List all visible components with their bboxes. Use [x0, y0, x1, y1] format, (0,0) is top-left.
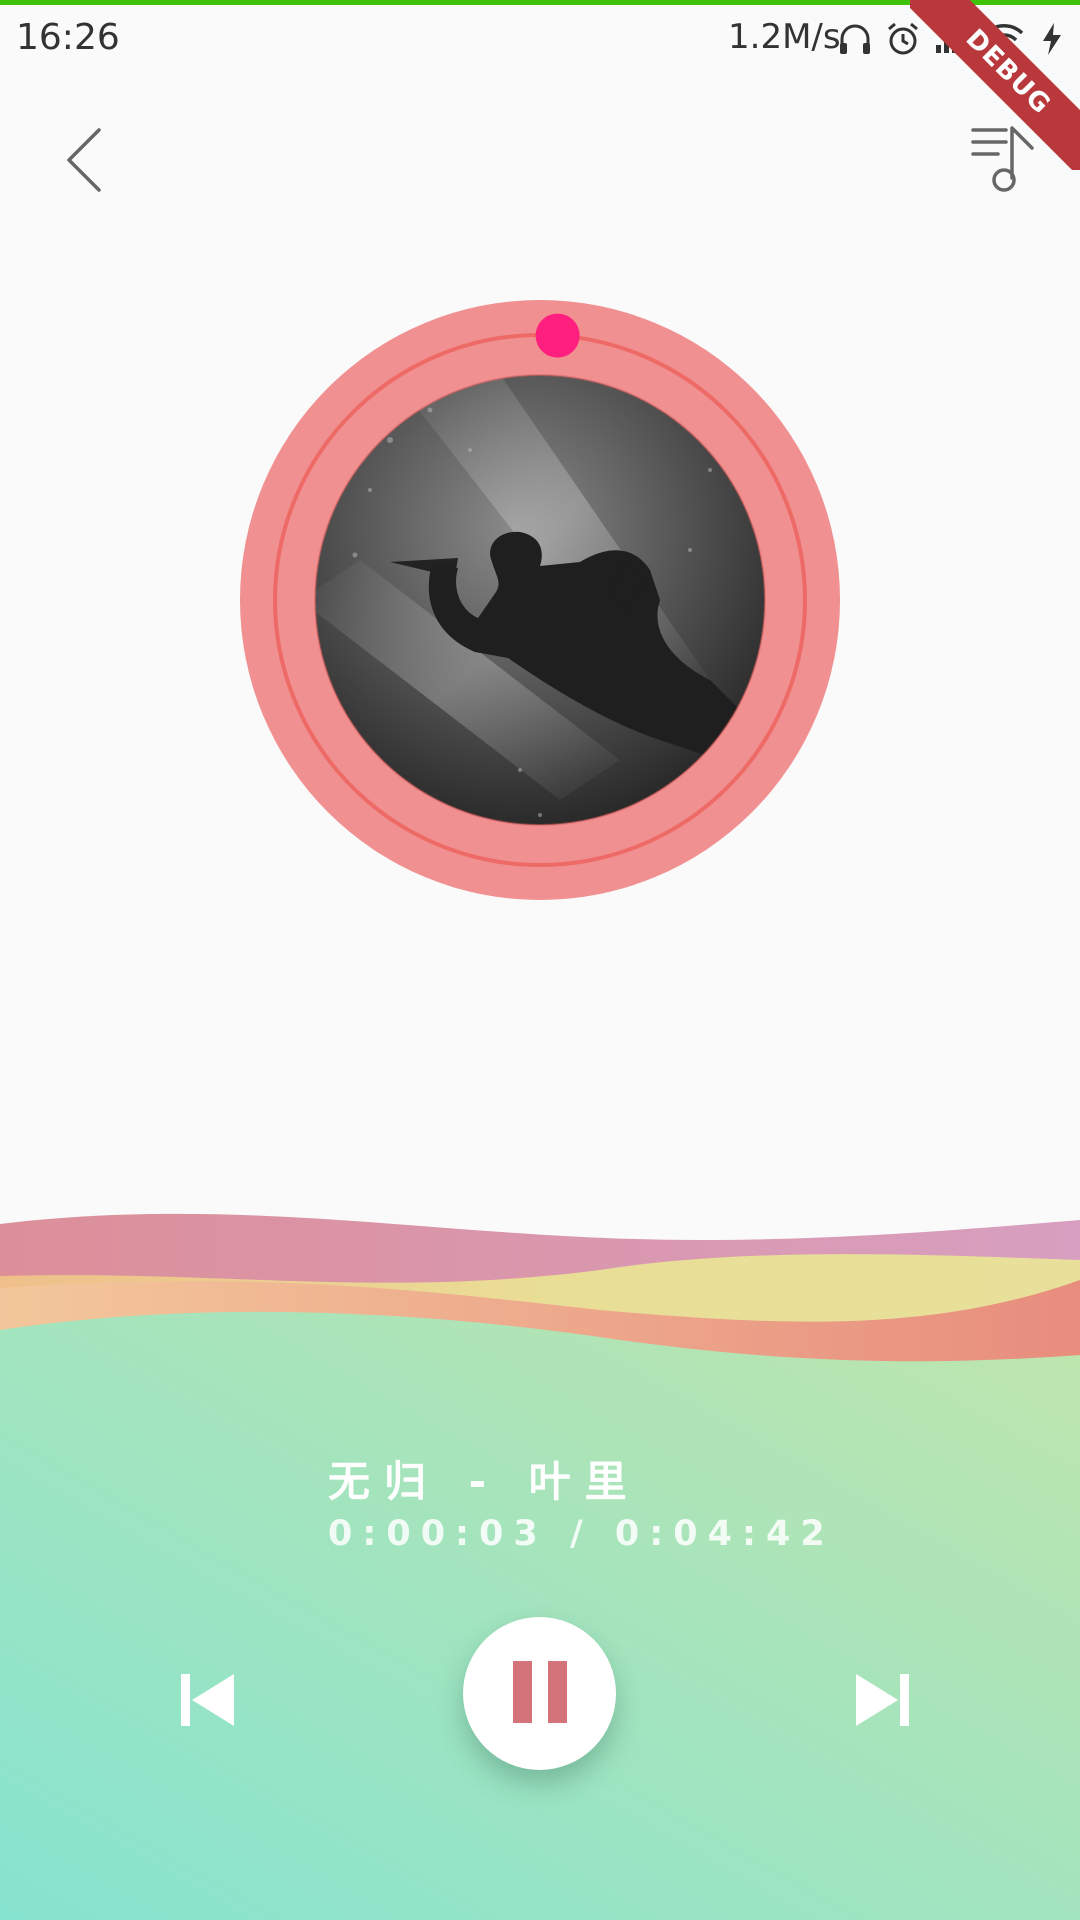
status-time: 16:26	[16, 17, 120, 58]
next-button[interactable]	[852, 1670, 912, 1730]
previous-button[interactable]	[178, 1670, 238, 1730]
skip-next-icon	[856, 1674, 909, 1726]
back-button[interactable]	[55, 120, 115, 200]
playlist-music-icon	[971, 126, 1034, 192]
song-title: 无归 - 叶里	[328, 1457, 641, 1506]
wave-background	[0, 1213, 1080, 1920]
progress-thumb[interactable]	[535, 313, 580, 358]
pause-button[interactable]	[463, 1617, 616, 1770]
album-disc	[240, 300, 840, 900]
playlist-button[interactable]	[970, 120, 1045, 200]
time-display: 0:00:03 / 0:04:42	[328, 1514, 835, 1554]
skip-previous-icon	[181, 1674, 234, 1726]
headphones-icon	[840, 24, 870, 54]
network-speed: 1.2M/s	[728, 17, 841, 57]
chevron-left-icon	[67, 128, 101, 192]
